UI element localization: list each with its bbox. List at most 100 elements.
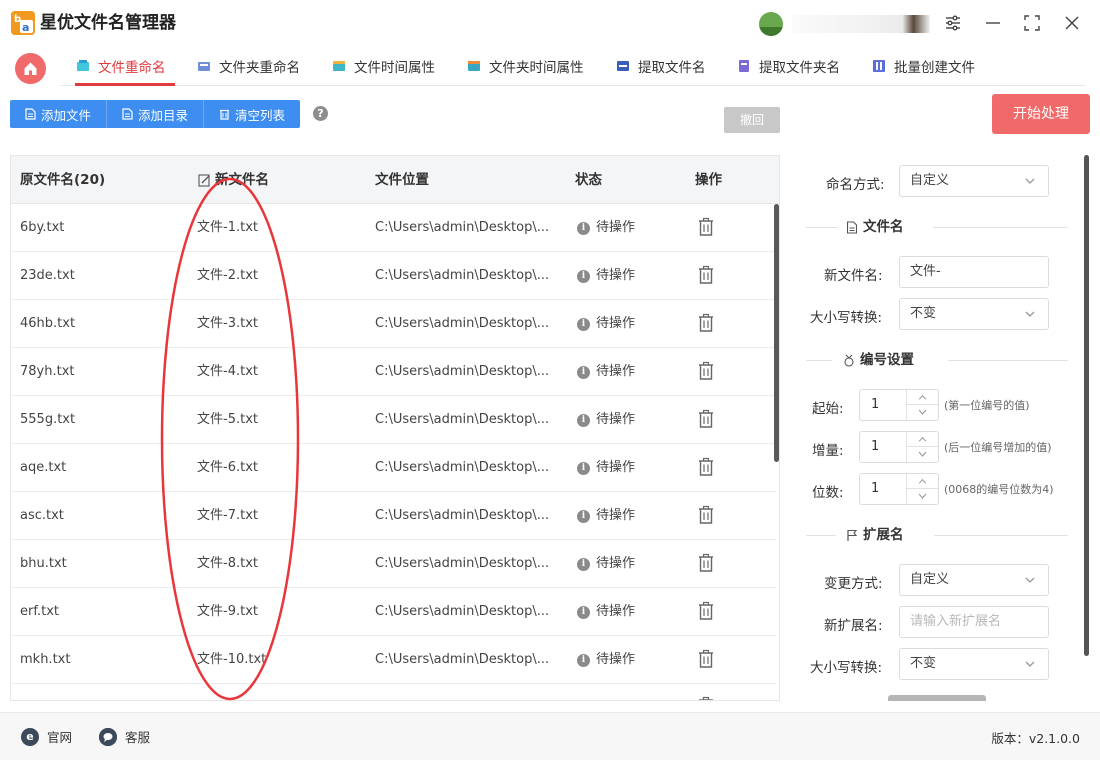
status-label: 待操作	[596, 364, 636, 379]
section-divider	[933, 227, 1068, 228]
location-cell: C:\Users\admin\Desktop\...	[375, 316, 550, 331]
table-row[interactable]: 23de.txt 文件-2.txt C:\Users\admin\Desktop…	[11, 252, 776, 300]
location-cell: C:\Users\admin\Desktop\...	[375, 220, 550, 235]
add-directory-label: 添加目录	[138, 107, 189, 123]
original-name-cell: asc.txt	[20, 508, 64, 523]
new-name-cell: 文件-4.txt	[197, 364, 258, 379]
add-directory-button[interactable]: 添加目录	[107, 100, 205, 128]
status-label: 待操作	[596, 508, 636, 523]
add-file-button[interactable]: 添加文件	[10, 100, 108, 128]
tab-file-time[interactable]: 文件时间属性	[332, 46, 435, 86]
start-number-stepper[interactable]: 1	[859, 389, 939, 421]
table-row[interactable]: erf.txt 文件-9.txt C:\Users\admin\Desktop\…	[11, 588, 776, 636]
increment-icon[interactable]	[907, 432, 938, 447]
status-cell: i 待操作	[577, 396, 635, 444]
table-row[interactable]: aqe.txt 文件-6.txt C:\Users\admin\Desktop\…	[11, 444, 776, 492]
svg-text:a: a	[22, 21, 29, 34]
delete-row-icon[interactable]	[697, 553, 715, 573]
section-divider	[806, 360, 832, 361]
status-cell: i 待操作	[577, 636, 635, 684]
delete-row-icon[interactable]	[697, 265, 715, 285]
table-row[interactable]: 46hb.txt 文件-3.txt C:\Users\admin\Desktop…	[11, 300, 776, 348]
stepper-arrows	[906, 474, 938, 504]
settings-sliders-icon[interactable]	[943, 13, 963, 33]
user-avatar[interactable]	[759, 12, 783, 36]
new-name-cell: 文件-2.txt	[197, 268, 258, 283]
table-row[interactable]: 78yh.txt 文件-4.txt C:\Users\admin\Desktop…	[11, 348, 776, 396]
tab-batch-create[interactable]: 批量创建文件	[872, 46, 975, 86]
tab-extract-filename[interactable]: 提取文件名	[616, 46, 706, 86]
start-number-label: 起始:	[812, 401, 844, 417]
undo-button[interactable]: 撤回	[724, 107, 780, 133]
delete-row-icon[interactable]	[697, 505, 715, 525]
delete-row-icon[interactable]	[697, 361, 715, 381]
new-filename-input[interactable]: 文件-	[899, 256, 1049, 288]
user-name[interactable]	[792, 15, 930, 33]
edit-icon	[198, 173, 210, 187]
increment-icon[interactable]	[907, 474, 938, 489]
support-link[interactable]: 客服	[99, 727, 150, 746]
decrement-icon[interactable]	[907, 405, 938, 420]
status-label: 待操作	[596, 556, 636, 571]
tab-folder-rename[interactable]: 文件夹重命名	[197, 46, 300, 86]
location-cell: C:\Users\admin\Desktop\...	[375, 412, 550, 427]
delete-row-icon[interactable]	[697, 601, 715, 621]
delete-row-icon[interactable]	[697, 649, 715, 669]
panel-next-element	[888, 695, 986, 701]
file-icon	[122, 108, 133, 120]
tabs-divider	[60, 85, 1085, 86]
decrement-icon[interactable]	[907, 447, 938, 462]
document-icon	[846, 220, 858, 234]
new-name-cell: 文件-1.txt	[197, 220, 258, 235]
home-button[interactable]	[15, 53, 46, 84]
status-label: 待操作	[596, 412, 636, 427]
info-icon: i	[577, 269, 590, 283]
original-name-cell: mkh.txt	[20, 652, 71, 667]
step-stepper[interactable]: 1	[859, 431, 939, 463]
stepper-arrows	[906, 390, 938, 420]
filename-section-label: 文件名	[863, 219, 904, 235]
delete-row-icon[interactable]	[697, 696, 715, 701]
table-row[interactable]: asc.txt 文件-7.txt C:\Users\admin\Desktop\…	[11, 492, 776, 540]
increment-icon[interactable]	[907, 390, 938, 405]
clear-list-button[interactable]: 清空列表	[204, 100, 301, 128]
table-row[interactable]: bhu.txt 文件-8.txt C:\Users\admin\Desktop\…	[11, 540, 776, 588]
naming-mode-select[interactable]: 自定义	[899, 165, 1049, 197]
start-processing-button[interactable]: 开始处理	[992, 94, 1090, 134]
delete-row-icon[interactable]	[697, 217, 715, 237]
digits-hint: (0068的编号位数为4)	[944, 483, 1054, 496]
panel-scrollbar[interactable]	[1084, 155, 1089, 656]
new-name-cell: 文件-6.txt	[197, 460, 258, 475]
chevron-down-icon	[1025, 661, 1035, 667]
close-icon[interactable]	[1062, 13, 1082, 33]
delete-row-icon[interactable]	[697, 457, 715, 477]
table-row[interactable]: mkh.txt 文件-10.txt C:\Users\admin\Desktop…	[11, 636, 776, 684]
tab-label: 文件重命名	[98, 60, 166, 76]
delete-row-icon[interactable]	[697, 409, 715, 429]
folder-time-icon	[468, 61, 480, 71]
new-extension-input[interactable]: 请输入新扩展名	[899, 606, 1049, 638]
tab-file-rename[interactable]: 文件重命名	[76, 46, 166, 86]
table-header: 原文件名(20) 新文件名 文件位置 状态 操作	[11, 156, 779, 204]
table-row[interactable]: 6by.txt 文件-1.txt C:\Users\admin\Desktop\…	[11, 204, 776, 252]
table-row[interactable]: 555g.txt 文件-5.txt C:\Users\admin\Desktop…	[11, 396, 776, 444]
step-value: 1	[871, 439, 880, 454]
ext-case-conversion-select[interactable]: 不变	[899, 648, 1049, 680]
table-scrollbar[interactable]	[774, 204, 779, 462]
digits-stepper[interactable]: 1	[859, 473, 939, 505]
tab-extract-foldername[interactable]: 提取文件夹名	[737, 46, 840, 86]
case-conversion-select[interactable]: 不变	[899, 298, 1049, 330]
help-icon[interactable]: ?	[313, 106, 328, 121]
original-name-cell: 78yh.txt	[20, 364, 75, 379]
website-link[interactable]: e 官网	[21, 727, 72, 746]
info-icon: i	[577, 509, 590, 523]
ext-mode-select[interactable]: 自定义	[899, 564, 1049, 596]
info-icon: i	[577, 605, 590, 619]
maximize-icon[interactable]	[1022, 13, 1042, 33]
new-extension-label: 新扩展名:	[824, 618, 883, 634]
decrement-icon[interactable]	[907, 489, 938, 504]
tab-folder-time[interactable]: 文件夹时间属性	[467, 46, 584, 86]
delete-row-icon[interactable]	[697, 313, 715, 333]
stepper-arrows	[906, 432, 938, 462]
minimize-icon[interactable]	[983, 13, 1003, 33]
